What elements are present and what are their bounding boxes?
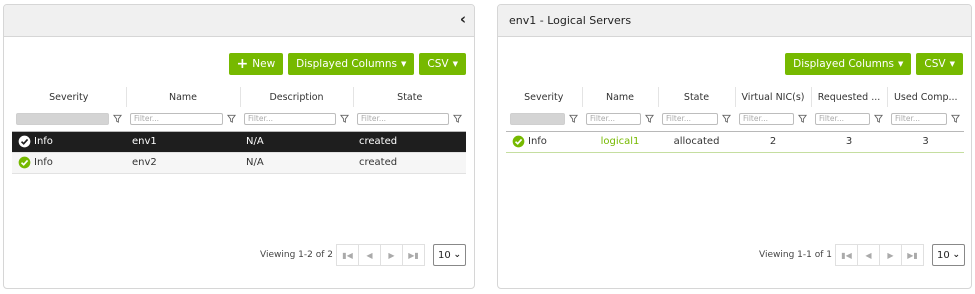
panel-header: env1 - Logical Servers (498, 5, 971, 37)
table-row[interactable]: Info env2 N/A created (12, 152, 466, 174)
prev-page-icon[interactable]: ◀ (358, 244, 381, 266)
displayed-columns-button[interactable]: Displayed Columns ▼ (288, 53, 415, 75)
funnel-icon[interactable] (569, 114, 578, 124)
funnel-icon[interactable] (340, 114, 349, 124)
chevron-down-icon: ⌄ (453, 250, 461, 260)
pagination: Viewing 1-1 of 1 ▮◀ ◀ ▶ ▶▮ 10 ⌄ (759, 244, 965, 266)
page-size-select[interactable]: 10 ⌄ (932, 244, 965, 266)
displayed-columns-button[interactable]: Displayed Columns ▼ (785, 53, 912, 75)
severity-value: Info (528, 136, 547, 147)
displayed-columns-label: Displayed Columns (296, 58, 398, 70)
last-page-icon[interactable]: ▶▮ (901, 244, 924, 266)
check-circle-icon (18, 135, 31, 148)
csv-label: CSV (924, 58, 946, 70)
pagination: Viewing 1-2 of 2 ▮◀ ◀ ▶ ▶▮ 10 ⌄ (260, 244, 466, 266)
new-button-label: New (252, 58, 276, 70)
vnics-filter-input[interactable]: Filter... (739, 112, 794, 125)
plus-icon: + (236, 56, 249, 72)
column-header-severity[interactable]: Severity (12, 87, 127, 107)
name-value: env1 (126, 131, 240, 153)
funnel-icon[interactable] (722, 114, 731, 124)
requested-value: 3 (811, 131, 887, 153)
viewing-count: Viewing 1-2 of 2 (260, 250, 333, 260)
name-filter-input[interactable]: Filter... (586, 112, 641, 125)
page-size-select[interactable]: 10 ⌄ (433, 244, 466, 266)
column-header-state[interactable]: State (658, 87, 736, 107)
funnel-icon[interactable] (874, 114, 883, 124)
first-page-icon[interactable]: ▮◀ (835, 244, 858, 266)
table-row[interactable]: Info logical1 allocated 2 3 3 (506, 131, 964, 153)
requested-filter-input[interactable]: Filter... (815, 112, 870, 125)
last-page-icon[interactable]: ▶▮ (402, 244, 425, 266)
caret-down-icon: ▼ (949, 60, 955, 68)
funnel-icon[interactable] (113, 114, 122, 124)
displayed-columns-label: Displayed Columns (793, 58, 895, 70)
grid-toolbar: + New Displayed Columns ▼ CSV ▼ (228, 53, 466, 75)
logical-servers-panel: env1 - Logical Servers Displayed Columns… (497, 4, 972, 289)
column-header-used-compute[interactable]: Used Comp... (887, 87, 964, 107)
column-header-state[interactable]: State (353, 87, 466, 107)
logical-server-link[interactable]: logical1 (601, 136, 640, 147)
environments-panel: ‹ + New Displayed Columns ▼ CSV ▼ Severi… (3, 4, 475, 289)
funnel-icon[interactable] (798, 114, 807, 124)
funnel-icon[interactable] (645, 114, 654, 124)
column-header-severity[interactable]: Severity (506, 87, 583, 107)
state-filter-input[interactable]: Filter... (357, 112, 449, 125)
chevron-left-icon[interactable]: ‹ (460, 10, 466, 28)
next-page-icon[interactable]: ▶ (380, 244, 403, 266)
funnel-icon[interactable] (453, 114, 462, 124)
panel-title: env1 - Logical Servers (509, 14, 632, 27)
column-header-description[interactable]: Description (240, 87, 354, 107)
panel-header: ‹ (4, 5, 474, 37)
used-compute-value: 3 (887, 131, 964, 153)
first-page-icon[interactable]: ▮◀ (336, 244, 359, 266)
name-filter-input[interactable]: Filter... (130, 112, 223, 125)
severity-filter-select[interactable] (16, 112, 109, 125)
severity-value: Info (34, 136, 53, 147)
column-header-virtual-nics[interactable]: Virtual NIC(s) (735, 87, 812, 107)
column-header-requested[interactable]: Requested ... (811, 87, 888, 107)
caret-down-icon: ▼ (401, 60, 407, 68)
new-button[interactable]: + New (228, 53, 284, 75)
funnel-icon[interactable] (951, 114, 960, 124)
column-header-name[interactable]: Name (582, 87, 659, 107)
caret-down-icon: ▼ (452, 60, 458, 68)
description-value: N/A (240, 131, 353, 153)
csv-button[interactable]: CSV ▼ (916, 53, 963, 75)
state-value: created (353, 152, 466, 174)
state-value: allocated (658, 131, 735, 153)
viewing-count: Viewing 1-1 of 1 (759, 250, 832, 260)
chevron-down-icon: ⌄ (952, 250, 960, 260)
description-value: N/A (240, 152, 353, 174)
name-value: env2 (126, 152, 240, 174)
page-size-value: 10 (438, 249, 451, 261)
next-page-icon[interactable]: ▶ (879, 244, 902, 266)
page-size-value: 10 (937, 249, 950, 261)
prev-page-icon[interactable]: ◀ (857, 244, 880, 266)
check-circle-icon (512, 135, 525, 148)
check-circle-icon (18, 156, 31, 169)
severity-filter-select[interactable] (510, 112, 565, 125)
caret-down-icon: ▼ (898, 60, 904, 68)
used-compute-filter-input[interactable]: Filter... (891, 112, 947, 125)
column-header-name[interactable]: Name (126, 87, 241, 107)
severity-value: Info (34, 157, 53, 168)
csv-label: CSV (427, 58, 449, 70)
state-filter-input[interactable]: Filter... (662, 112, 718, 125)
csv-button[interactable]: CSV ▼ (419, 53, 466, 75)
grid-toolbar: Displayed Columns ▼ CSV ▼ (785, 53, 963, 75)
state-value: created (353, 131, 466, 153)
description-filter-input[interactable]: Filter... (244, 112, 336, 125)
environments-table: Severity Name Description State Filter..… (12, 87, 466, 174)
vnics-value: 2 (735, 131, 811, 153)
logical-servers-table: Severity Name State Virtual NIC(s) Reque… (506, 87, 964, 153)
table-row[interactable]: Info env1 N/A created (12, 131, 466, 153)
funnel-icon[interactable] (227, 114, 236, 124)
